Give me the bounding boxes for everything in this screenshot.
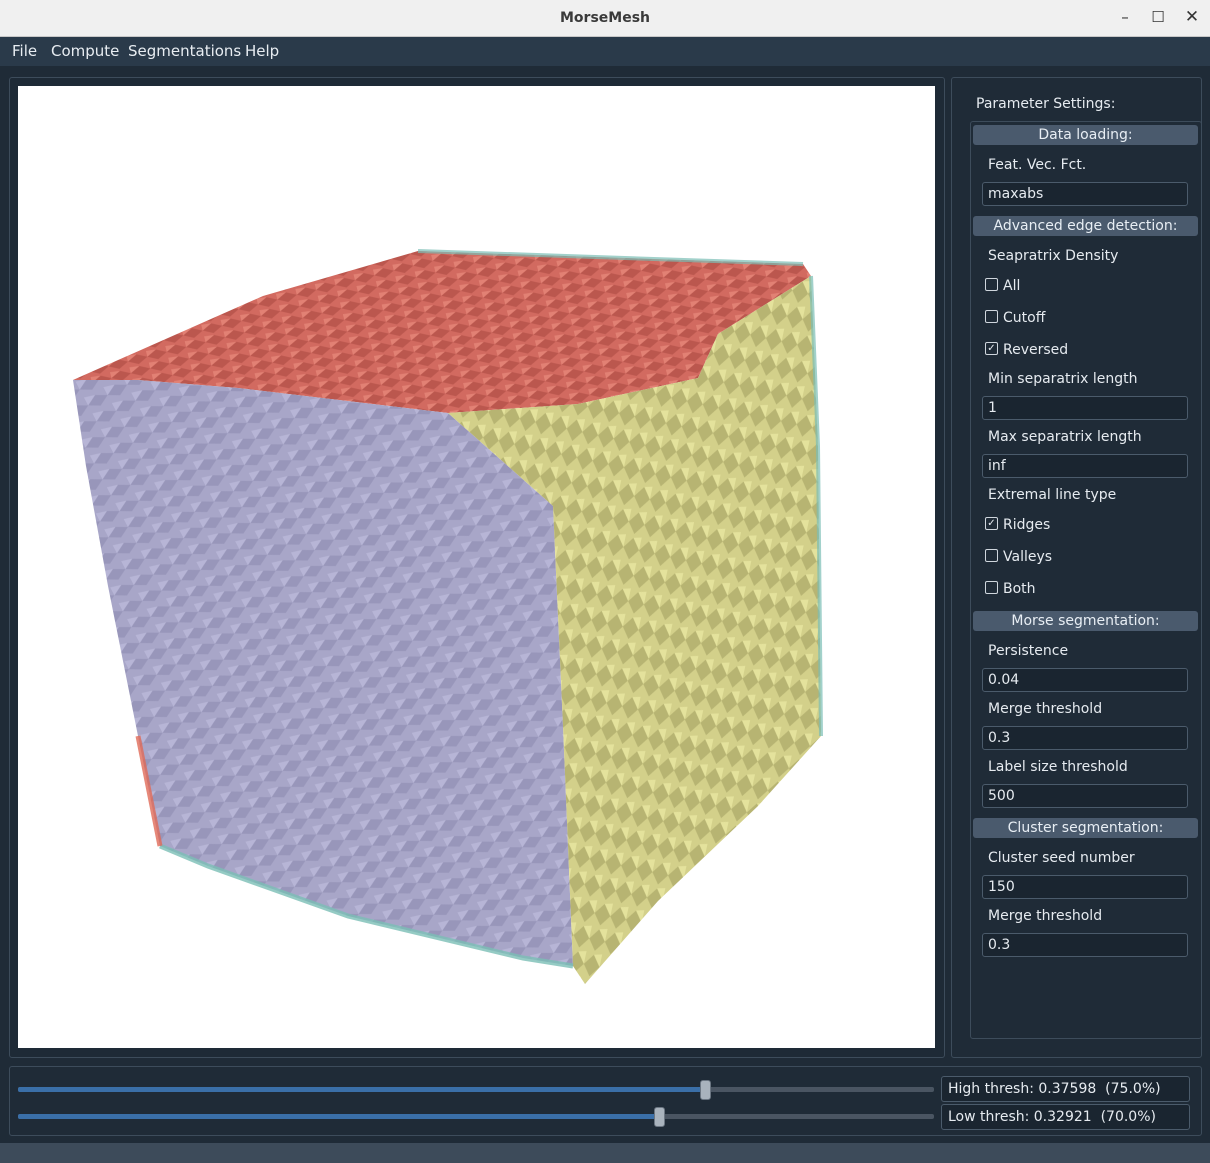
checkbox-icon	[985, 548, 998, 562]
cube-mesh	[73, 249, 823, 984]
high-thresh-fill	[18, 1087, 705, 1092]
menu-bar: File Compute Segmentations Help	[0, 37, 1210, 66]
both-checkbox[interactable]: Both	[985, 580, 1036, 598]
title-bar: MorseMesh – ☐ ✕	[0, 0, 1210, 37]
checkbox-icon	[985, 277, 998, 291]
min-len-input[interactable]: 1	[982, 396, 1188, 420]
checkbox-icon	[985, 580, 998, 594]
section-cluster-segmentation: Cluster segmentation:	[973, 818, 1198, 838]
high-thresh-track[interactable]	[18, 1087, 934, 1092]
ridges-label: Ridges	[1003, 517, 1051, 533]
max-len-label: Max separatrix length	[988, 429, 1142, 445]
menu-file[interactable]: File	[12, 37, 37, 66]
seed-label: Cluster seed number	[988, 850, 1135, 866]
persistence-label: Persistence	[988, 643, 1069, 659]
reversed-label: Reversed	[1003, 342, 1069, 358]
high-thresh-readout: High thresh: 0.37598 (75.0%)	[941, 1076, 1190, 1102]
reversed-checkbox[interactable]: ✓ Reversed	[985, 341, 1068, 359]
cutoff-label: Cutoff	[1003, 310, 1046, 326]
min-len-label: Min separatrix length	[988, 371, 1138, 387]
menu-compute[interactable]: Compute	[51, 37, 119, 66]
high-thresh-handle[interactable]	[700, 1080, 711, 1100]
both-label: Both	[1003, 581, 1036, 597]
checkbox-icon: ✓	[985, 516, 998, 530]
checkbox-icon: ✓	[985, 341, 998, 355]
close-icon[interactable]: ✕	[1177, 0, 1207, 36]
low-thresh-handle[interactable]	[654, 1107, 666, 1127]
all-checkbox[interactable]: All	[985, 277, 1020, 295]
valleys-checkbox[interactable]: Valleys	[985, 548, 1052, 566]
mesh-render[interactable]	[18, 86, 935, 1048]
menu-segmentations[interactable]: Segmentations	[128, 37, 241, 66]
section-morse-segmentation: Morse segmentation:	[973, 611, 1198, 631]
panel-title: Parameter Settings:	[976, 96, 1116, 112]
cube-left-face	[73, 380, 573, 966]
minimize-icon[interactable]: –	[1110, 0, 1140, 36]
seed-input[interactable]: 150	[982, 875, 1188, 899]
persistence-input[interactable]: 0.04	[982, 668, 1188, 692]
checkbox-icon	[985, 309, 998, 323]
cluster-merge-label: Merge threshold	[988, 908, 1103, 924]
status-bar	[0, 1143, 1210, 1163]
section-advanced-edge: Advanced edge detection:	[973, 216, 1198, 236]
all-label: All	[1003, 278, 1021, 294]
max-len-input[interactable]: inf	[982, 454, 1188, 478]
morse-merge-label: Merge threshold	[988, 701, 1103, 717]
low-thresh-fill	[18, 1114, 660, 1119]
ridges-checkbox[interactable]: ✓ Ridges	[985, 516, 1050, 534]
section-data-loading: Data loading:	[973, 125, 1198, 145]
valleys-label: Valleys	[1003, 549, 1053, 565]
feat-vec-input[interactable]: maxabs	[982, 182, 1188, 206]
line-type-label: Extremal line type	[988, 487, 1117, 503]
morse-merge-input[interactable]: 0.3	[982, 726, 1188, 750]
cluster-merge-input[interactable]: 0.3	[982, 933, 1188, 957]
maximize-icon[interactable]: ☐	[1143, 0, 1173, 36]
density-label: Seapratrix Density	[988, 248, 1119, 264]
low-thresh-track[interactable]	[18, 1114, 934, 1119]
window-title: MorseMesh	[559, 10, 650, 26]
cutoff-checkbox[interactable]: Cutoff	[985, 309, 1045, 327]
menu-help[interactable]: Help	[245, 37, 279, 66]
label-size-input[interactable]: 500	[982, 784, 1188, 808]
low-thresh-readout: Low thresh: 0.32921 (70.0%)	[941, 1104, 1190, 1130]
label-size-label: Label size threshold	[988, 759, 1128, 775]
feat-vec-label: Feat. Vec. Fct.	[988, 157, 1087, 173]
mesh-viewport[interactable]	[18, 86, 935, 1048]
